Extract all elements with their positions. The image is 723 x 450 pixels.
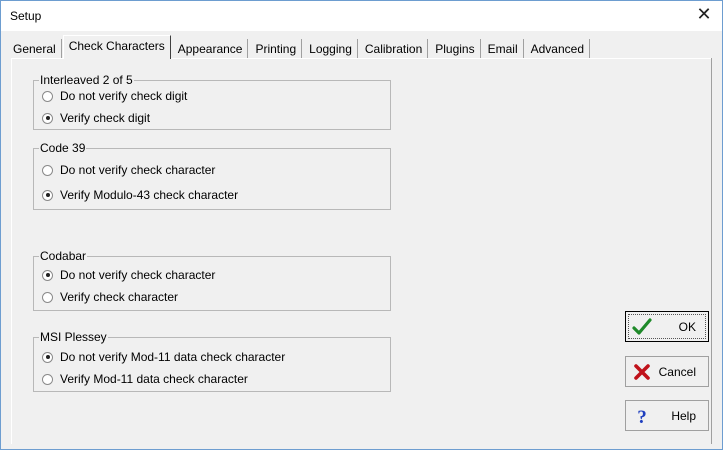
tab-printing[interactable]: Printing [250, 39, 303, 59]
ok-button[interactable]: OK [625, 311, 709, 342]
cancel-button[interactable]: Cancel [625, 356, 709, 387]
red-x-icon [634, 364, 650, 380]
radio-option[interactable]: Do not verify check character [42, 267, 215, 283]
radio-option[interactable]: Do not verify check digit [42, 88, 187, 104]
radio-option[interactable]: Verify check character [42, 289, 178, 305]
radio-button-icon[interactable] [42, 291, 53, 303]
ok-label: OK [678, 320, 696, 334]
radio-label: Do not verify check character [60, 163, 216, 177]
radio-option[interactable]: Do not verify Mod-11 data check characte… [42, 349, 285, 365]
radio-label: Verify Modulo-43 check character [60, 188, 239, 202]
tab-advanced[interactable]: Advanced [526, 39, 590, 59]
radio-button-selected-icon[interactable] [42, 351, 53, 363]
close-icon[interactable]: ✕ [692, 5, 716, 27]
help-button[interactable]: ? Help [625, 400, 709, 431]
radio-label: Do not verify check character [60, 268, 216, 282]
cancel-label: Cancel [658, 365, 696, 379]
help-label: Help [671, 409, 696, 423]
interleaved-2-of-5-group: Interleaved 2 of 5 Do not verify check d… [33, 73, 391, 130]
radio-button-icon[interactable] [42, 373, 53, 385]
radio-label: Do not verify check digit [60, 89, 188, 103]
radio-label: Verify check digit [60, 111, 151, 125]
radio-button-icon[interactable] [42, 90, 53, 102]
group-title: Interleaved 2 of 5 [39, 73, 134, 87]
radio-button-selected-icon[interactable] [42, 112, 53, 124]
svg-text:?: ? [637, 407, 647, 426]
tab-strip: General Check Characters Appearance Prin… [11, 35, 592, 59]
tab-appearance[interactable]: Appearance [173, 39, 249, 59]
tab-check-characters[interactable]: Check Characters [62, 35, 171, 59]
tab-logging[interactable]: Logging [304, 39, 358, 59]
codabar-group: Codabar Do not verify check character Ve… [33, 249, 391, 311]
tab-calibration[interactable]: Calibration [360, 39, 429, 59]
radio-button-selected-icon[interactable] [42, 269, 53, 281]
question-mark-icon: ? [637, 407, 647, 426]
tab-plugins[interactable]: Plugins [430, 39, 481, 59]
radio-label: Verify check character [60, 290, 179, 304]
group-title: Codabar [39, 249, 88, 263]
radio-option[interactable]: Verify Modulo-43 check character [42, 187, 238, 203]
group-title: Code 39 [39, 141, 87, 155]
tab-general[interactable]: General [11, 39, 62, 59]
code-39-group: Code 39 Do not verify check character Ve… [33, 141, 391, 210]
group-title: MSI Plessey [39, 330, 108, 344]
checkmark-icon [632, 318, 652, 335]
radio-label: Verify Mod-11 data check character [60, 372, 248, 386]
setup-dialog: Setup ✕ General Check Characters Appeara… [0, 0, 723, 450]
radio-button-selected-icon[interactable] [42, 189, 53, 201]
radio-button-icon[interactable] [42, 164, 53, 176]
radio-label: Do not verify Mod-11 data check characte… [60, 350, 286, 364]
radio-option[interactable]: Verify check digit [42, 110, 150, 126]
window-title: Setup [10, 9, 42, 23]
radio-option[interactable]: Do not verify check character [42, 162, 215, 178]
tab-email[interactable]: Email [483, 39, 524, 59]
title-bar: Setup ✕ [1, 1, 722, 31]
radio-option[interactable]: Verify Mod-11 data check character [42, 371, 248, 387]
msi-plessey-group: MSI Plessey Do not verify Mod-11 data ch… [33, 330, 391, 392]
